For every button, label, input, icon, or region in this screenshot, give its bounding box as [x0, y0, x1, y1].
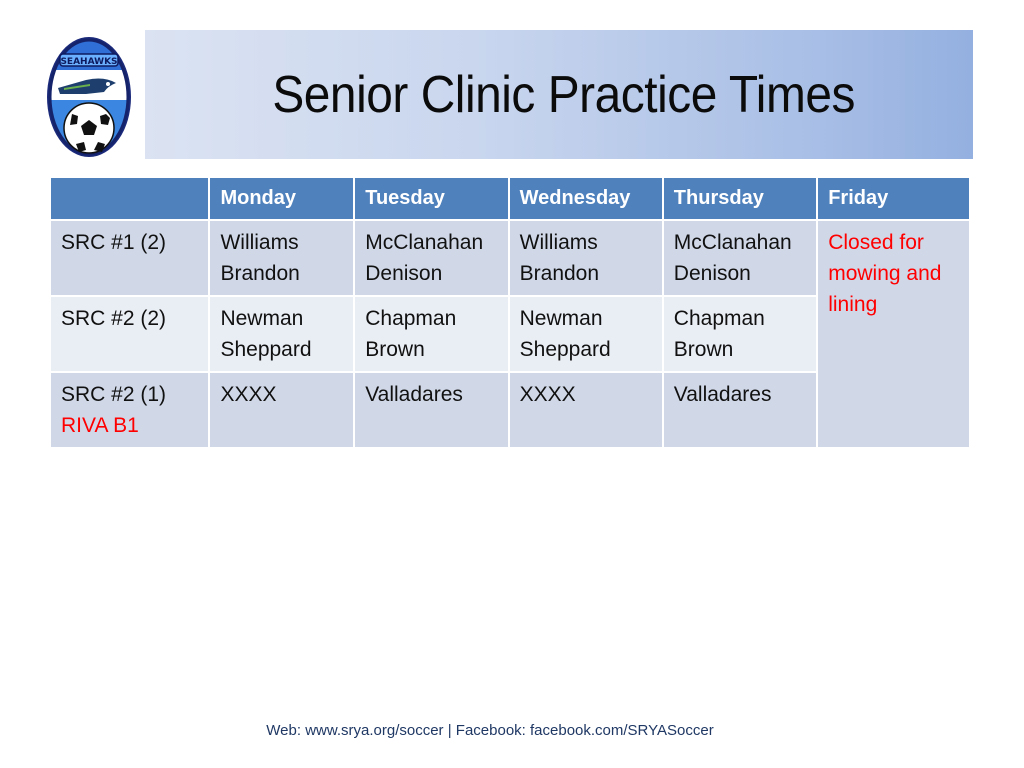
- coach-name: Brandon: [519, 262, 600, 285]
- table-cell: Valladares: [355, 373, 508, 447]
- table-cell: McClanahan Denison: [663, 221, 817, 295]
- coach-name: McClanahan: [673, 231, 792, 254]
- title-banner: Senior Clinic Practice Times: [145, 30, 973, 159]
- page-title: Senior Clinic Practice Times: [272, 65, 856, 124]
- table-cell: XXXX: [210, 373, 354, 447]
- coach-name: Valladares: [365, 383, 463, 406]
- row-label-text: SRC #2 (1): [61, 383, 167, 406]
- row-label-text: SRC #1 (2): [61, 231, 167, 254]
- row-label-text: SRC #2 (2): [61, 307, 167, 330]
- coach-name: McClanahan: [365, 231, 484, 254]
- coach-name: [220, 410, 343, 441]
- coach-name: Newman: [220, 307, 304, 330]
- coach-name: Brown: [365, 338, 425, 361]
- coach-name: Brown: [673, 338, 734, 361]
- slide: SEAHAWKS Senior Clinic Practice Times Mo…: [0, 0, 1024, 768]
- coach-name: Brandon: [220, 262, 300, 285]
- seahawks-logo-icon: SEAHAWKS: [46, 36, 132, 158]
- coach-name: Chapman: [365, 307, 457, 330]
- coach-name: Sheppard: [519, 338, 611, 361]
- header-cell-monday: Monday: [210, 178, 354, 219]
- schedule-table: Monday Tuesday Wednesday Thursday Friday…: [49, 176, 971, 449]
- coach-name: XXXX: [519, 383, 576, 406]
- header-cell-tuesday: Tuesday: [355, 178, 508, 219]
- row-sublabel: RIVA B1: [61, 414, 139, 437]
- coach-name: Denison: [673, 262, 751, 285]
- coach-name: Sheppard: [220, 338, 312, 361]
- svg-text:SEAHAWKS: SEAHAWKS: [60, 57, 117, 67]
- coach-name: Denison: [365, 262, 443, 285]
- header-cell-wednesday: Wednesday: [509, 178, 662, 219]
- coach-name: XXXX: [220, 383, 277, 406]
- row-label: SRC #2 (2): [51, 297, 209, 371]
- header-cell-empty: [51, 178, 209, 219]
- header-cell-thursday: Thursday: [663, 178, 817, 219]
- table-cell: Newman Sheppard: [210, 297, 354, 371]
- table-cell: Williams Brandon: [210, 221, 354, 295]
- table-cell: McClanahan Denison: [355, 221, 508, 295]
- table-cell: Chapman Brown: [355, 297, 508, 371]
- coach-name: [365, 410, 497, 441]
- table-cell: Chapman Brown: [663, 297, 817, 371]
- coach-name: Chapman: [673, 307, 765, 330]
- footer-links: Web: www.srya.org/soccer | Facebook: fac…: [266, 722, 714, 739]
- table-cell: Williams Brandon: [509, 221, 662, 295]
- header-cell-friday: Friday: [818, 178, 969, 219]
- table-cell: Newman Sheppard: [509, 297, 662, 371]
- row-label: SRC #1 (2): [51, 221, 209, 295]
- coach-name: [520, 410, 652, 441]
- table-cell: XXXX: [509, 373, 662, 447]
- table-cell: Valladares: [663, 373, 817, 447]
- table-row: SRC #1 (2) Williams Brandon McClanahan D…: [51, 221, 969, 447]
- coach-name: Williams: [220, 231, 299, 254]
- coach-name: Valladares: [673, 383, 772, 406]
- row-label: SRC #2 (1) RIVA B1: [51, 373, 209, 447]
- friday-closed-cell: Closed for mowing and lining: [818, 221, 969, 447]
- friday-closed-note: Closed for mowing and lining: [828, 231, 942, 316]
- header-row: Monday Tuesday Wednesday Thursday Friday: [51, 178, 969, 219]
- coach-name: [674, 410, 806, 441]
- coach-name: Newman: [519, 307, 603, 330]
- coach-name: Williams: [519, 231, 598, 254]
